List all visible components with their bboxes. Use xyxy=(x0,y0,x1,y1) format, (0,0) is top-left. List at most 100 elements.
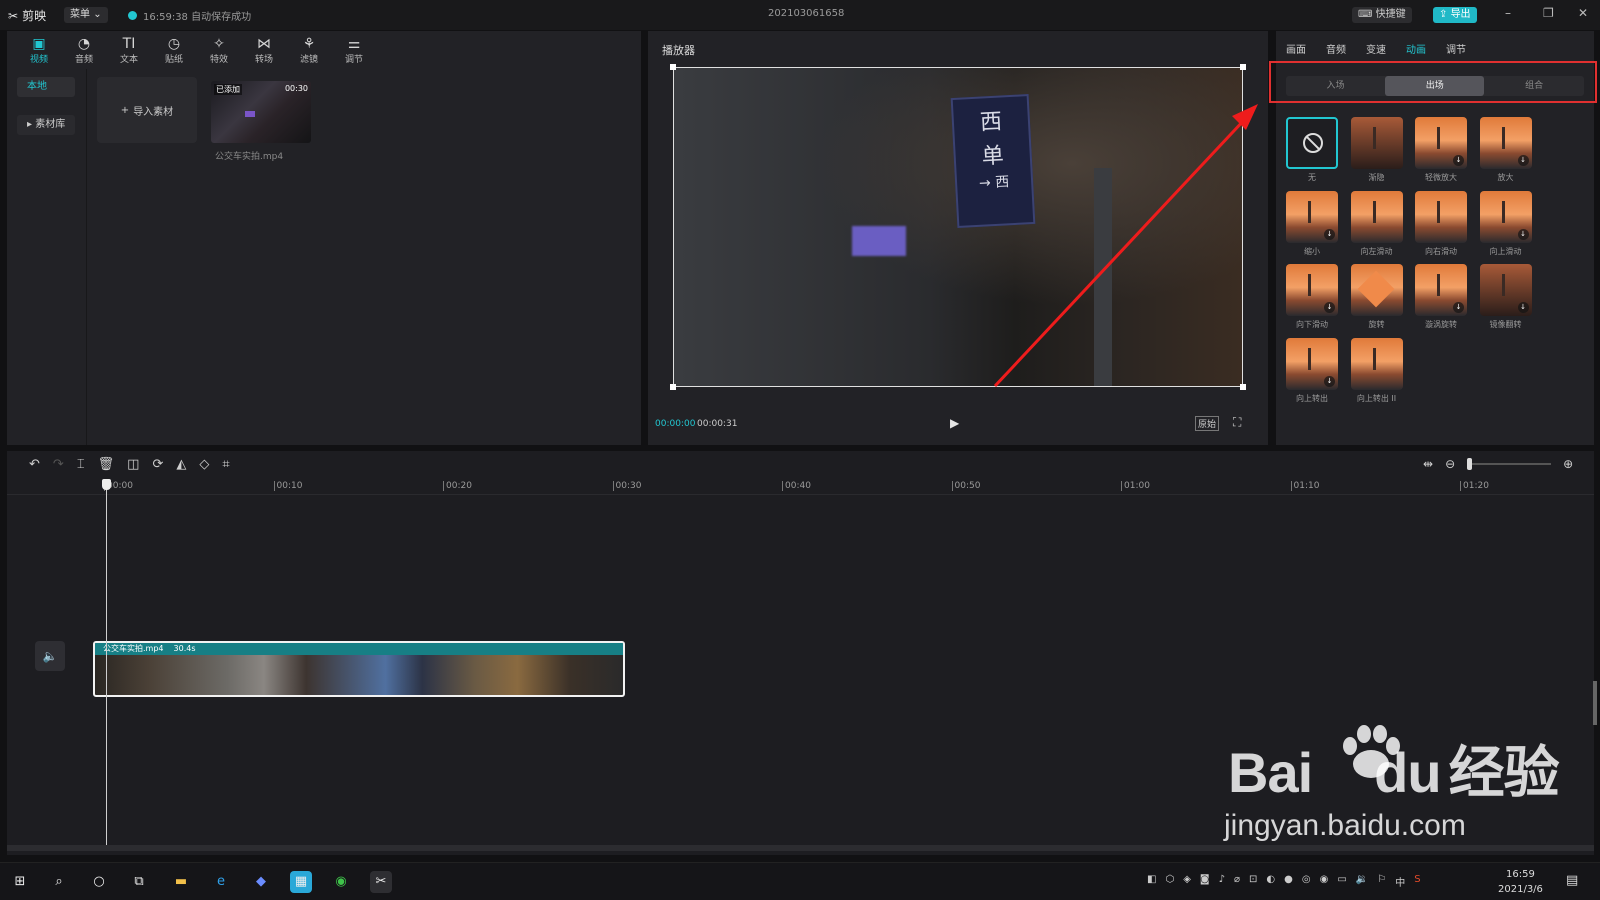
tab-6[interactable]: ⚘ 滤镜 xyxy=(291,33,327,67)
vertical-scrollbar[interactable] xyxy=(1593,681,1597,725)
split-icon[interactable]: ⌶ xyxy=(77,457,85,472)
tray-ime-label[interactable]: 中 xyxy=(1395,874,1405,889)
aspect-ratio-button[interactable]: 原始 xyxy=(1195,416,1220,431)
tab-4[interactable]: ✧ 特效 xyxy=(201,33,237,67)
zoom-out-icon[interactable]: ⊖ xyxy=(1445,457,1455,471)
tab-1[interactable]: ◔ 音频 xyxy=(66,33,102,67)
mirror-icon[interactable]: ◭ xyxy=(176,457,186,472)
crop-handle-br[interactable] xyxy=(1240,384,1246,390)
tray-color-icon[interactable]: ● xyxy=(1284,874,1293,889)
play-icon[interactable]: ▶ xyxy=(950,416,959,430)
edge-browser-icon[interactable]: e xyxy=(210,871,232,893)
tab-0[interactable]: ▣ 视频 xyxy=(21,33,57,67)
video-clip[interactable]: 公交车实拍.mp4 30.4s xyxy=(93,641,625,697)
tab-label: 贴纸 xyxy=(164,54,183,65)
windows-taskbar: ⊞ ⌕ ○ ⧉ ▬ e ◆ ▦ ◉ ✂ ◧ ⬡ ◈ ◙ ♪ ⌀ ⊡ ◐ ● ◎ … xyxy=(0,862,1600,900)
tray-volume-icon[interactable]: 🔉 xyxy=(1356,874,1368,889)
crop-handle-tl[interactable] xyxy=(670,64,676,70)
tray-app-icon[interactable]: ◧ xyxy=(1147,874,1156,889)
fullscreen-icon[interactable]: ⛶ xyxy=(1233,415,1241,430)
tray-camera-icon[interactable]: ◙ xyxy=(1200,874,1210,889)
crop-handle-bl[interactable] xyxy=(670,384,676,390)
tray-chrome-icon[interactable]: ◎ xyxy=(1302,874,1311,889)
no-animation-icon xyxy=(1303,133,1323,153)
zoom-slider[interactable] xyxy=(1467,458,1552,470)
crop-handle-tr[interactable] xyxy=(1240,64,1246,70)
taskbar-clock[interactable]: 16:59 2021/3/6 xyxy=(1498,867,1543,897)
search-icon[interactable]: ⌕ xyxy=(48,871,70,893)
export-button[interactable]: ⇪ 导出 xyxy=(1433,7,1477,23)
undo-icon[interactable]: ↶ xyxy=(29,457,40,472)
tab-2[interactable]: TI 文本 xyxy=(111,33,147,67)
animation-option[interactable]: ↓ 向上转出 xyxy=(1286,337,1338,404)
media-sidebar: 本地 ▸ 素材库 xyxy=(7,69,87,445)
zoom-in-icon[interactable]: ⊕ xyxy=(1563,457,1573,471)
property-tab[interactable]: 画面 xyxy=(1286,41,1306,56)
tray-display-icon[interactable]: ▭ xyxy=(1337,874,1346,889)
animation-option[interactable]: 向左滑动 xyxy=(1350,190,1403,257)
cortana-icon[interactable]: ○ xyxy=(88,871,110,893)
wechat-icon[interactable]: ◉ xyxy=(330,871,352,893)
restore-icon[interactable]: ❐ xyxy=(1543,6,1554,20)
task-view-icon[interactable]: ⧉ xyxy=(128,871,150,893)
notification-icon[interactable]: ▤ xyxy=(1566,873,1578,888)
tray-nvidia-icon[interactable]: ◐ xyxy=(1266,874,1275,889)
minimize-icon[interactable]: – xyxy=(1505,6,1511,20)
tab-5[interactable]: ⋈ 转场 xyxy=(246,33,282,67)
reverse-icon[interactable]: ⟳ xyxy=(152,457,163,472)
animation-option[interactable]: ↓ 镜像翻转 xyxy=(1479,264,1532,330)
tray-lang-icon[interactable]: ⚐ xyxy=(1377,874,1386,889)
animation-option[interactable]: ↓ 向上滑动 xyxy=(1479,190,1532,257)
playhead[interactable] xyxy=(102,479,111,849)
plus-icon: + xyxy=(120,104,130,116)
animation-option[interactable]: ↓ 放大 xyxy=(1479,117,1532,183)
tab-3[interactable]: ◷ 贴纸 xyxy=(156,33,192,67)
tray-network-off-icon[interactable]: ⌀ xyxy=(1234,874,1240,889)
mute-track-button[interactable]: 🔈 xyxy=(35,641,65,671)
shortcut-button[interactable]: ⌨ 快捷键 xyxy=(1352,7,1412,23)
media-clip-thumbnail[interactable]: 已添加 00:30 xyxy=(211,81,311,143)
animation-option[interactable]: ↓ 缩小 xyxy=(1286,190,1338,257)
screenshot-app-icon[interactable]: ▦ xyxy=(290,871,312,893)
import-media-button[interactable]: + 导入素材 xyxy=(97,77,197,143)
tray-mic-icon[interactable]: ♪ xyxy=(1219,874,1225,889)
crop-icon[interactable]: ⌗ xyxy=(222,457,229,472)
property-tab[interactable]: 调节 xyxy=(1446,41,1466,56)
animation-option[interactable]: 渐隐 xyxy=(1350,117,1403,183)
app-icon[interactable]: ◆ xyxy=(250,871,272,893)
redo-icon[interactable]: ↷ xyxy=(53,457,64,472)
animation-option[interactable]: 旋转 xyxy=(1350,264,1403,330)
rotate-icon[interactable]: ◇ xyxy=(199,457,209,472)
tab-icon: ▣ xyxy=(32,35,46,52)
menu-button[interactable]: 菜单 ⌄ xyxy=(64,7,108,23)
tray-wechat-icon[interactable]: ◉ xyxy=(1320,874,1329,889)
animation-option[interactable]: 向右滑动 xyxy=(1415,190,1467,257)
property-tab[interactable]: 变速 xyxy=(1366,41,1386,56)
tray-shield-icon[interactable]: ⬡ xyxy=(1165,874,1174,889)
property-tab[interactable]: 动画 xyxy=(1406,41,1426,56)
download-icon: ↓ xyxy=(1517,302,1529,313)
sidebar-item-library[interactable]: ▸ 素材库 xyxy=(17,115,75,135)
file-explorer-icon[interactable]: ▬ xyxy=(170,871,192,893)
animation-option[interactable]: 向上转出 II xyxy=(1350,337,1403,404)
tray-security-icon[interactable]: ◈ xyxy=(1183,874,1191,889)
time-ruler[interactable]: 00:00 00:10 00:20 00:30 00:40 00:50 01:00 01:10… xyxy=(7,475,1594,495)
tab-7[interactable]: ⚌ 调节 xyxy=(336,33,372,67)
windows-start-icon[interactable]: ⊞ xyxy=(9,871,31,893)
animation-option[interactable]: 无 xyxy=(1286,117,1338,183)
video-preview[interactable]: 西单 → 西 xyxy=(673,67,1243,387)
freeze-icon[interactable]: ◫ xyxy=(127,457,139,472)
animation-option[interactable]: ↓ 漩涡旋转 xyxy=(1415,264,1467,330)
download-icon: ↓ xyxy=(1453,302,1464,313)
property-tab[interactable]: 音频 xyxy=(1326,41,1346,56)
tray-sogou-icon[interactable]: S xyxy=(1414,874,1420,889)
sidebar-item-local[interactable]: 本地 xyxy=(17,77,75,97)
animation-option[interactable]: ↓ 向下滑动 xyxy=(1286,264,1338,330)
close-icon[interactable]: ✕ xyxy=(1578,6,1588,20)
tray-ime-icon[interactable]: ⊡ xyxy=(1249,874,1257,889)
horizontal-scrollbar[interactable] xyxy=(7,845,1594,851)
animation-option[interactable]: ↓ 轻微放大 xyxy=(1415,117,1467,183)
delete-icon[interactable]: 🗑 xyxy=(98,457,115,472)
snap-icon[interactable]: ⇹ xyxy=(1423,457,1433,471)
capcut-taskbar-icon[interactable]: ✂ xyxy=(370,871,392,893)
